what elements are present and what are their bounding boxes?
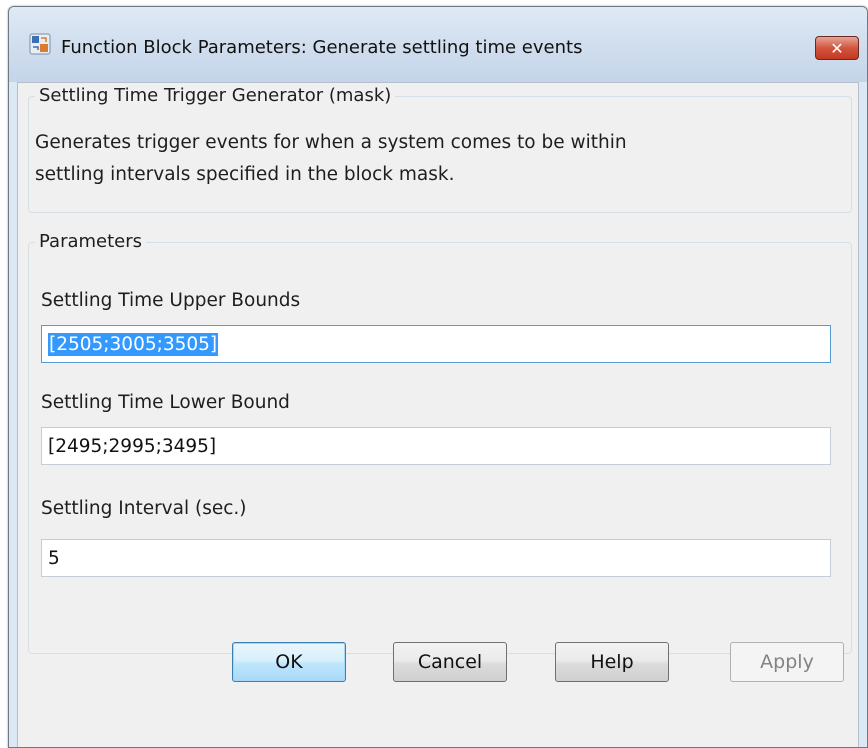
parameters-group-title: Parameters [35, 231, 147, 252]
ok-button[interactable]: OK [232, 642, 346, 682]
upper-bounds-value: [2505;3005;3505] [48, 332, 219, 356]
lower-bound-label: Settling Time Lower Bound [41, 392, 290, 413]
mask-description: Generates trigger events for when a syst… [35, 127, 627, 191]
cancel-button[interactable]: Cancel [393, 642, 507, 682]
simulink-block-icon [29, 33, 51, 55]
lower-bound-value: [2495;2995;3495] [48, 435, 217, 457]
settling-interval-label: Settling Interval (sec.) [41, 498, 247, 519]
mask-group-title: Settling Time Trigger Generator (mask) [35, 85, 396, 106]
settling-interval-value: 5 [48, 547, 60, 569]
mask-description-group: Settling Time Trigger Generator (mask) G… [28, 85, 852, 213]
mask-description-line-2: settling intervals specified in the bloc… [35, 164, 455, 185]
mask-description-line-1: Generates trigger events for when a syst… [35, 132, 627, 153]
function-block-parameters-dialog: Function Block Parameters: Generate sett… [8, 6, 868, 748]
parameters-group: Parameters Settling Time Upper Bounds [2… [28, 231, 852, 654]
upper-bounds-label: Settling Time Upper Bounds [41, 290, 301, 311]
close-button[interactable]: ✕ [815, 36, 859, 60]
help-button[interactable]: Help [555, 642, 669, 682]
upper-bounds-input[interactable]: [2505;3005;3505] [41, 325, 831, 363]
window-title: Function Block Parameters: Generate sett… [61, 37, 583, 58]
close-icon: ✕ [830, 39, 844, 58]
settling-interval-input[interactable]: 5 [41, 539, 831, 577]
apply-button[interactable]: Apply [730, 642, 844, 682]
lower-bound-input[interactable]: [2495;2995;3495] [41, 427, 831, 465]
title-bar[interactable]: Function Block Parameters: Generate sett… [9, 7, 867, 82]
